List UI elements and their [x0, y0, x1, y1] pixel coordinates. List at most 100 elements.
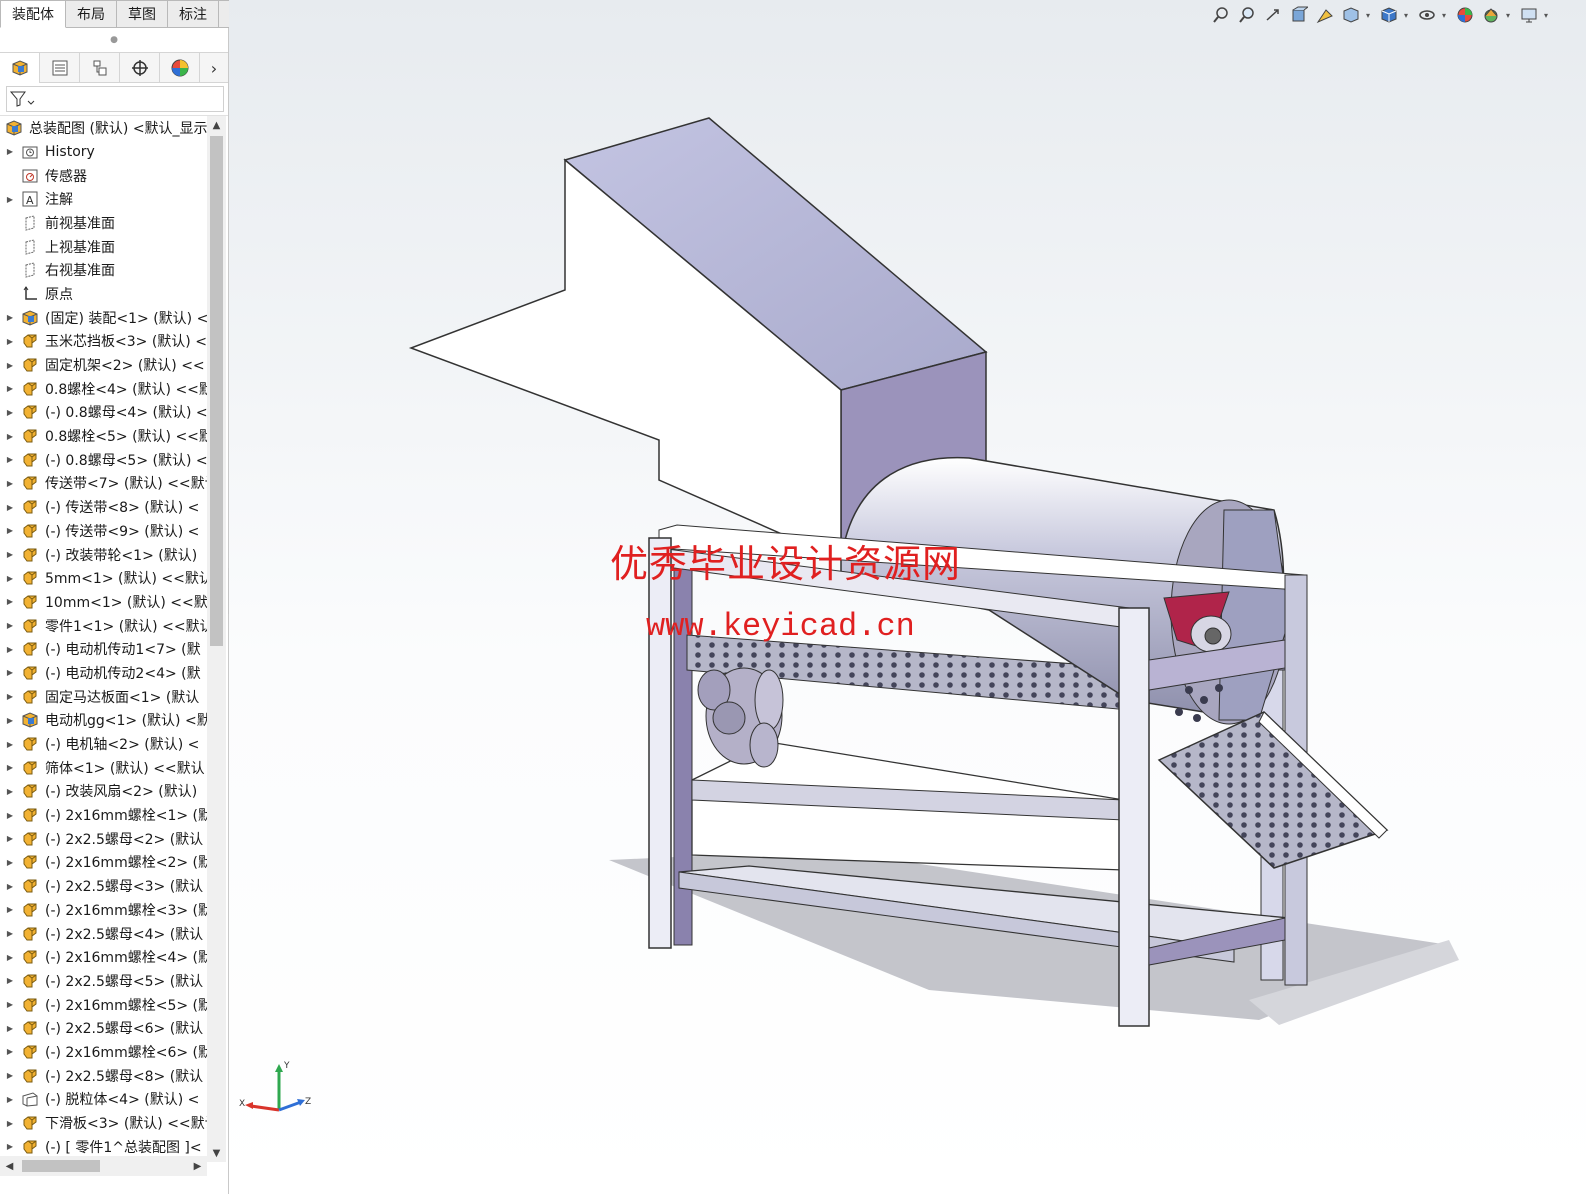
expand-arrow-icon[interactable]: ▶ [0, 1142, 20, 1151]
tree-item[interactable]: ▶ (-) 2x2.5螺母<4> (默认 [0, 922, 207, 946]
tree-horizontal-scrollbar[interactable]: ◀ ▶ [0, 1156, 207, 1176]
scroll-left-icon[interactable]: ◀ [0, 1157, 19, 1175]
expand-arrow-icon[interactable]: ▶ [0, 432, 20, 441]
tree-item[interactable]: ▶ 电动机gg<1> (默认) <默 [0, 709, 207, 733]
tree-item[interactable]: ▶ (-) 0.8螺母<4> (默认) < [0, 401, 207, 425]
tab-1[interactable]: 布局 [66, 0, 117, 28]
apply-scene-dropdown-icon[interactable]: ▾ [1506, 11, 1514, 20]
view-orientation-dropdown-icon[interactable]: ▾ [1366, 11, 1374, 20]
graphics-area[interactable]: 优秀毕业设计资源网 www.keyicad.cn ▾ ▾ ▾ ▾ ▾ Y X Z [229, 0, 1586, 1194]
expand-arrow-icon[interactable]: ▶ [0, 811, 20, 820]
expand-arrow-icon[interactable]: ▶ [0, 882, 20, 891]
tree-item[interactable]: ▶ 筛体<1> (默认) <<默认 [0, 756, 207, 780]
view-orientation-icon[interactable] [1340, 4, 1362, 26]
tree-item[interactable]: ▶ 固定机架<2> (默认) << [0, 353, 207, 377]
expand-arrow-icon[interactable]: ▶ [0, 195, 20, 204]
tree-item[interactable]: ▶ (-) 改装风扇<2> (默认) [0, 780, 207, 804]
section-view-icon[interactable] [1288, 4, 1310, 26]
tree-item[interactable]: ▶ 下滑板<3> (默认) <<默认 [0, 1111, 207, 1135]
tree-item[interactable]: ▶ (-) 脱粒体<4> (默认) < [0, 1088, 207, 1112]
expand-arrow-icon[interactable]: ▶ [0, 787, 20, 796]
expand-arrow-icon[interactable]: ▶ [0, 1095, 20, 1104]
scroll-up-icon[interactable]: ▲ [207, 116, 226, 134]
tree-item[interactable]: ▶ (-) 2x2.5螺母<3> (默认 [0, 874, 207, 898]
tree-item[interactable]: ▶ (-) 2x16mm螺栓<5> (默 [0, 993, 207, 1017]
expand-arrow-icon[interactable]: ▶ [0, 1119, 20, 1128]
expand-arrow-icon[interactable]: ▶ [0, 147, 20, 156]
scrollbar-thumb[interactable] [210, 136, 223, 646]
scroll-down-icon[interactable]: ▼ [207, 1144, 226, 1162]
apply-scene-icon[interactable] [1480, 4, 1502, 26]
tree-item[interactable]: ▶ (-) 电动机传动1<7> (默 [0, 637, 207, 661]
zoom-to-area-icon[interactable] [1236, 4, 1258, 26]
hscrollbar-thumb[interactable] [22, 1160, 100, 1172]
property-manager-tab[interactable] [40, 53, 80, 83]
expand-arrow-icon[interactable]: ▶ [0, 1047, 20, 1056]
expand-arrow-icon[interactable]: ▶ [0, 384, 20, 393]
dimxpert-manager-tab[interactable] [120, 53, 160, 83]
tree-item[interactable]: 原点 [0, 282, 207, 306]
zoom-to-fit-icon[interactable] [1210, 4, 1232, 26]
tree-item[interactable]: ▶ 传送带<7> (默认) <<默认 [0, 472, 207, 496]
tree-item[interactable]: ▶ 5mm<1> (默认) <<默认 [0, 566, 207, 590]
view-settings-dropdown-icon[interactable]: ▾ [1544, 11, 1552, 20]
tree-item[interactable]: ▶ (-) 改装带轮<1> (默认) [0, 543, 207, 567]
expand-arrow-icon[interactable]: ▶ [0, 313, 20, 322]
expand-arrow-icon[interactable]: ▶ [0, 858, 20, 867]
expand-arrow-icon[interactable]: ▶ [0, 953, 20, 962]
tree-item[interactable]: ▶ (-) 2x2.5螺母<6> (默认 [0, 1016, 207, 1040]
panel-grip-handle[interactable]: ● [0, 28, 228, 52]
tree-item[interactable]: ▶ (-) 2x2.5螺母<5> (默认 [0, 969, 207, 993]
expand-arrow-icon[interactable]: ▶ [0, 692, 20, 701]
tree-item[interactable]: ▶ 0.8螺栓<5> (默认) <<默 [0, 424, 207, 448]
expand-arrow-icon[interactable]: ▶ [0, 763, 20, 772]
tree-item[interactable]: ▶ (-) 2x16mm螺栓<2> (默 [0, 851, 207, 875]
display-style-icon[interactable] [1378, 4, 1400, 26]
tree-item[interactable]: ▶ History [0, 140, 207, 164]
tab-3[interactable]: 标注 [168, 0, 219, 28]
feature-manager-tab[interactable] [0, 53, 40, 83]
expand-arrow-icon[interactable]: ▶ [0, 526, 20, 535]
tree-item[interactable]: ▶ (-) [ 零件1^总装配图 ]< [0, 1135, 207, 1159]
expand-arrow-icon[interactable]: ▶ [0, 1024, 20, 1033]
tree-item[interactable]: ▶ A 注解 [0, 187, 207, 211]
expand-arrow-icon[interactable]: ▶ [0, 337, 20, 346]
tree-item[interactable]: ▶ (-) 电机轴<2> (默认) < [0, 732, 207, 756]
expand-arrow-icon[interactable]: ▶ [0, 1000, 20, 1009]
hide-show-dropdown-icon[interactable]: ▾ [1442, 11, 1450, 20]
tree-item[interactable]: ▶ (-) 2x2.5螺母<8> (默认 [0, 1064, 207, 1088]
tree-filter-input[interactable] [6, 86, 224, 112]
expand-arrow-icon[interactable]: ▶ [0, 645, 20, 654]
tab-0[interactable]: 装配体 [0, 0, 66, 28]
expand-arrow-icon[interactable]: ▶ [0, 455, 20, 464]
tree-item[interactable]: ▶ (-) 2x16mm螺栓<6> (默 [0, 1040, 207, 1064]
tree-item[interactable]: 右视基准面 [0, 258, 207, 282]
expand-arrow-icon[interactable]: ▶ [0, 574, 20, 583]
expand-arrow-icon[interactable]: ▶ [0, 550, 20, 559]
expand-arrow-icon[interactable]: ▶ [0, 976, 20, 985]
tree-item[interactable]: ▶ 0.8螺栓<4> (默认) <<默 [0, 377, 207, 401]
expand-arrow-icon[interactable]: ▶ [0, 740, 20, 749]
expand-arrow-icon[interactable]: ▶ [0, 621, 20, 630]
expand-arrow-icon[interactable]: ▶ [0, 479, 20, 488]
edit-appearance-icon[interactable] [1454, 4, 1476, 26]
expand-arrow-icon[interactable]: ▶ [0, 905, 20, 914]
tree-item[interactable]: ▶ (-) 传送带<8> (默认) < [0, 495, 207, 519]
tree-item[interactable]: 上视基准面 [0, 235, 207, 259]
tree-item[interactable]: ▶ 固定马达板面<1> (默认 [0, 685, 207, 709]
view-settings-icon[interactable] [1518, 4, 1540, 26]
scroll-right-icon[interactable]: ▶ [188, 1157, 207, 1175]
tree-item[interactable]: ▶ (-) 电动机传动2<4> (默 [0, 661, 207, 685]
tree-item[interactable]: ▶ (固定) 装配<1> (默认) < [0, 306, 207, 330]
tree-item[interactable]: ▶ (-) 2x2.5螺母<2> (默认 [0, 827, 207, 851]
tree-item[interactable]: ▶ (-) 0.8螺母<5> (默认) < [0, 448, 207, 472]
expand-arrow-icon[interactable]: ▶ [0, 668, 20, 677]
more-tabs-arrow[interactable]: › [200, 53, 228, 83]
expand-arrow-icon[interactable]: ▶ [0, 597, 20, 606]
tree-item[interactable]: ▶ 零件1<1> (默认) <<默认 [0, 614, 207, 638]
tree-vertical-scrollbar[interactable]: ▲ ▼ [207, 116, 226, 1162]
tab-2[interactable]: 草图 [117, 0, 168, 28]
tree-item[interactable]: ▶ (-) 传送带<9> (默认) < [0, 519, 207, 543]
tree-item[interactable]: ▶ (-) 2x16mm螺栓<1> (默 [0, 803, 207, 827]
tree-item[interactable]: ▶ 玉米芯挡板<3> (默认) < [0, 330, 207, 354]
